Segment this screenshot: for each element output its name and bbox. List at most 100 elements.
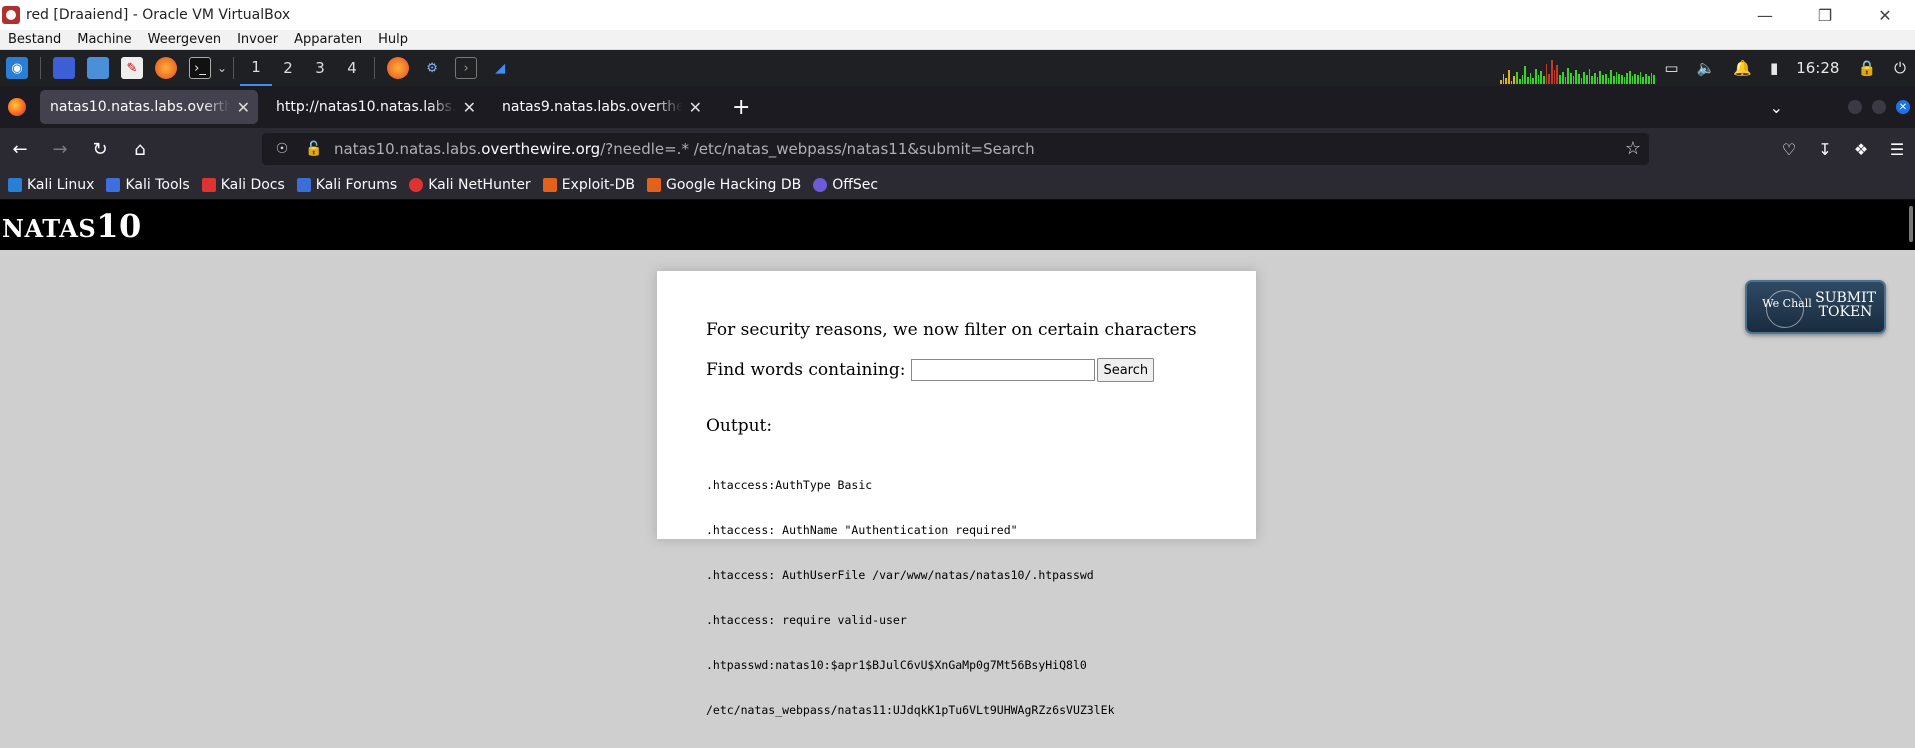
graph-bar bbox=[1545, 64, 1548, 84]
desktop-icon[interactable] bbox=[53, 57, 75, 79]
burp-window-icon[interactable]: ⚙ bbox=[421, 57, 443, 79]
graph-bar bbox=[1602, 75, 1604, 84]
graph-bar bbox=[1650, 73, 1653, 84]
list-tabs-icon[interactable]: ⌄ bbox=[1770, 98, 1783, 117]
graph-bar bbox=[1548, 74, 1551, 84]
panel-tray: ▭ 🔈 🔔 ▮ 16:28 🔒 ⏻ bbox=[1655, 50, 1915, 86]
graph-bar bbox=[1572, 76, 1575, 84]
close-tab-icon[interactable]: ✕ bbox=[689, 98, 702, 117]
chevron-down-icon[interactable]: ⌄ bbox=[217, 61, 227, 75]
url-text[interactable]: natas10.natas.labs.overthewire.org/?need… bbox=[334, 140, 1035, 158]
window-minimize-dot[interactable] bbox=[1848, 100, 1862, 114]
graph-bar bbox=[1577, 74, 1580, 84]
graph-bar bbox=[1559, 75, 1561, 84]
bookmark-star-icon[interactable]: ☆ bbox=[1625, 138, 1641, 159]
kali-menu-icon[interactable]: ◉ bbox=[6, 57, 28, 79]
firefox-launcher-icon[interactable] bbox=[155, 57, 177, 79]
output-line: .htpasswd:natas10:$apr1$BJulC6vU$XnGaMp0… bbox=[706, 658, 1087, 672]
insecure-lock-icon[interactable]: 🔓 bbox=[302, 141, 326, 157]
menu-icon[interactable]: ☰ bbox=[1879, 140, 1915, 159]
tab-natas10[interactable]: natas10.natas.labs.overthewire.org ✕ bbox=[40, 90, 258, 124]
shield-icon[interactable]: ☉ bbox=[270, 141, 294, 157]
back-icon[interactable]: ← bbox=[0, 139, 40, 160]
reload-icon[interactable]: ↻ bbox=[80, 139, 120, 160]
content-box: For security reasons, we now filter on c… bbox=[657, 271, 1256, 717]
scrollbar[interactable] bbox=[1909, 206, 1913, 242]
pocket-icon[interactable]: ♡ bbox=[1771, 140, 1807, 159]
search-button[interactable]: Search bbox=[1097, 358, 1155, 382]
workspace-2[interactable]: 2 bbox=[272, 50, 304, 86]
bookmark-kali-tools[interactable]: Kali Tools bbox=[106, 177, 190, 193]
graph-bar bbox=[1524, 66, 1526, 84]
graph-bar bbox=[1561, 72, 1564, 84]
bookmark-kali-nethunter[interactable]: Kali NetHunter bbox=[409, 177, 531, 193]
nav-toolbar-right: ♡ ↧ ❖ ☰ bbox=[1771, 128, 1915, 170]
close-tab-icon[interactable]: ✕ bbox=[463, 98, 476, 117]
menu-hulp[interactable]: Hulp bbox=[370, 32, 416, 47]
graph-bar bbox=[1502, 74, 1505, 84]
graph-bar bbox=[1532, 78, 1534, 84]
file-manager-icon[interactable] bbox=[87, 57, 109, 79]
bookmark-kali-docs[interactable]: Kali Docs bbox=[201, 177, 285, 193]
window-close-dot[interactable]: ✕ bbox=[1896, 100, 1910, 114]
menu-bestand[interactable]: Bestand bbox=[0, 32, 69, 47]
text-editor-icon[interactable]: ✎ bbox=[121, 57, 143, 79]
tab-natas9[interactable]: natas9.natas.labs.overthewire.org ✕ bbox=[492, 90, 710, 124]
graph-bar bbox=[1618, 74, 1620, 84]
terminal-window-icon[interactable]: › bbox=[455, 57, 478, 79]
notification-bell-icon[interactable]: 🔔 bbox=[1733, 59, 1752, 77]
bookmark-exploit-db[interactable]: Exploit-DB bbox=[542, 177, 635, 193]
menu-invoer[interactable]: Invoer bbox=[229, 32, 286, 47]
home-icon[interactable]: ⌂ bbox=[120, 139, 160, 160]
menu-apparaten[interactable]: Apparaten bbox=[286, 32, 370, 47]
clock[interactable]: 16:28 bbox=[1796, 59, 1839, 77]
graph-bar bbox=[1596, 77, 1599, 84]
search-input[interactable] bbox=[911, 359, 1096, 381]
wechall-badge: We Chall bbox=[1762, 297, 1812, 310]
graph-bar bbox=[1642, 77, 1645, 84]
bookmark-google-hacking-db[interactable]: Google Hacking DB bbox=[646, 177, 801, 193]
kali-dragon-icon[interactable]: ◢ bbox=[489, 57, 511, 79]
submit-token-button[interactable]: We Chall SUBMIT TOKEN bbox=[1745, 280, 1886, 334]
close-tab-icon[interactable]: ✕ bbox=[237, 98, 250, 117]
forward-icon[interactable]: → bbox=[40, 139, 80, 160]
extensions-icon[interactable]: ❖ bbox=[1843, 140, 1879, 159]
graph-bar bbox=[1580, 78, 1583, 84]
minimize-button[interactable]: — bbox=[1735, 0, 1795, 30]
terminal-icon[interactable]: ›_ bbox=[189, 57, 211, 79]
divider bbox=[233, 57, 235, 79]
restore-button[interactable]: ❐ bbox=[1795, 0, 1855, 30]
graph-bar bbox=[1518, 79, 1521, 84]
power-icon[interactable]: ⏻ bbox=[1894, 59, 1906, 77]
close-button[interactable]: ✕ bbox=[1855, 0, 1915, 30]
graph-bar bbox=[1543, 76, 1545, 84]
window-maximize-dot[interactable] bbox=[1872, 100, 1886, 114]
menu-weergeven[interactable]: Weergeven bbox=[140, 32, 229, 47]
tab-natas10-http[interactable]: http://natas10.natas.labs.overthewire.or… bbox=[266, 90, 484, 124]
new-tab-button[interactable]: + bbox=[732, 95, 750, 120]
bookmark-offsec[interactable]: OffSec bbox=[813, 177, 878, 193]
battery-icon[interactable]: ▮ bbox=[1770, 59, 1778, 77]
workspace-3[interactable]: 3 bbox=[304, 50, 336, 86]
firefox-window-icon[interactable] bbox=[387, 57, 410, 79]
graph-bar bbox=[1612, 76, 1615, 84]
output-line: /etc/natas_webpass/natas11:UJdqkK1pTu6VL… bbox=[706, 703, 1115, 717]
volume-icon[interactable]: 🔈 bbox=[1697, 59, 1716, 77]
graph-bar bbox=[1607, 78, 1610, 84]
graph-bar bbox=[1604, 74, 1607, 84]
browser-navbar: ← → ↻ ⌂ ☉ 🔓 natas10.natas.labs.overthewi… bbox=[0, 128, 1915, 170]
lock-icon[interactable]: 🔒 bbox=[1857, 59, 1876, 77]
downloads-icon[interactable]: ↧ bbox=[1807, 140, 1843, 159]
graph-bar bbox=[1615, 72, 1618, 84]
workspace-4[interactable]: 4 bbox=[336, 50, 368, 86]
graph-bar bbox=[1534, 69, 1537, 84]
url-bar[interactable]: ☉ 🔓 natas10.natas.labs.overthewire.org/?… bbox=[262, 133, 1649, 165]
menu-machine[interactable]: Machine bbox=[69, 32, 139, 47]
graph-bar bbox=[1631, 76, 1634, 84]
graph-bar bbox=[1500, 80, 1502, 84]
display-icon[interactable]: ▭ bbox=[1664, 59, 1678, 77]
bookmark-kali-forums[interactable]: Kali Forums bbox=[296, 177, 397, 193]
bookmark-kali-linux[interactable]: Kali Linux bbox=[8, 177, 94, 193]
graph-bar bbox=[1521, 75, 1524, 84]
workspace-1[interactable]: 1 bbox=[240, 50, 273, 86]
